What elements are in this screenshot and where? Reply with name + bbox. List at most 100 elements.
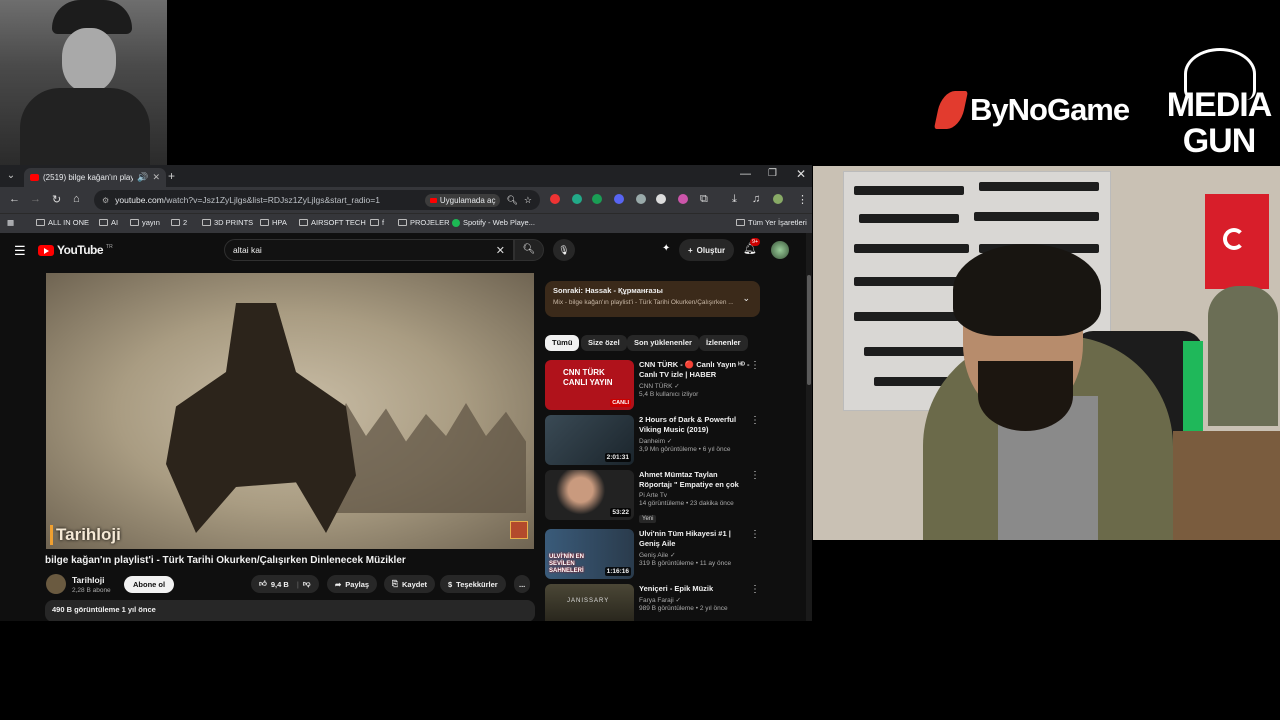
menu-icon[interactable]: ☰ [14, 243, 26, 259]
thumbs-down-icon[interactable]: 👎︎ [303, 579, 311, 589]
video-thumbnail[interactable]: ULVİ'NİN EN SEVİLEN SAHNELERİ 1:16:16 [545, 529, 634, 579]
bookmark-label: f [382, 218, 385, 227]
account-avatar[interactable] [771, 241, 789, 259]
forward-icon[interactable]: → [30, 193, 41, 205]
description-box[interactable]: 490 B görüntüleme 1 yıl önce [45, 600, 535, 621]
video-duration: 1:16:16 [604, 567, 631, 576]
video-menu-icon[interactable]: ⋮ [750, 470, 760, 481]
bookmark-star-icon[interactable]: ☆ [524, 195, 532, 206]
bookmark-folder-projeler[interactable]: PROJELER [398, 218, 450, 227]
video-menu-icon[interactable]: ⋮ [750, 415, 760, 426]
more-icon: ... [519, 579, 526, 589]
chip-recent[interactable]: Son yüklenenler [627, 335, 699, 351]
bookmark-folder-hpa[interactable]: HPA [260, 218, 287, 227]
media-control-icon[interactable]: ♫ [752, 193, 760, 205]
channel-watermark-icon[interactable] [510, 521, 528, 539]
thanks-label: Teşekkürler [456, 579, 498, 589]
more-actions-button[interactable]: ... [514, 575, 531, 593]
video-player[interactable]: Tarihloji [46, 273, 534, 549]
chip-watched[interactable]: İzlenenler [699, 335, 748, 351]
recommended-video[interactable]: 53:22 Ahmet Mümtaz Taylan Röportajı " Em… [545, 470, 760, 528]
back-icon[interactable]: ← [9, 193, 20, 205]
zoom-icon[interactable]: 🔍︎ [506, 195, 517, 206]
bookmark-folder-airsoft-tech[interactable]: AIRSOFT TECH [299, 218, 366, 227]
recommended-video[interactable]: CNN TÜRK CANLI YAYIN CANLI CNN TÜRK - 🔴 … [545, 360, 760, 412]
up-next-mix-panel[interactable]: Sonraki: Hassak - Құрманғазы Mix - bilge… [545, 281, 760, 317]
bookmark-folder-ai[interactable]: AI [99, 218, 118, 227]
extension-blue-icon[interactable] [614, 194, 624, 204]
extension-pink-icon[interactable] [678, 194, 688, 204]
portrait-overlay-image [0, 0, 167, 165]
extension-shield-icon[interactable] [636, 194, 646, 204]
save-button[interactable]: ⎘ Kaydet [384, 575, 436, 593]
apps-grid-icon[interactable]: ▦ [7, 218, 14, 227]
share-button[interactable]: ➦ Paylaş [327, 575, 378, 593]
all-bookmarks-folder[interactable]: Tüm Yer İşaretleri [736, 218, 807, 227]
recommended-video[interactable]: 2:01:31 2 Hours of Dark & Powerful Vikin… [545, 415, 760, 467]
video-menu-icon[interactable]: ⋮ [750, 360, 760, 371]
site-info-icon[interactable]: ⚙ [102, 196, 109, 205]
video-menu-icon[interactable]: ⋮ [750, 584, 760, 595]
folder-icon [36, 219, 45, 226]
bookmark-label: Tüm Yer İşaretleri [748, 218, 807, 227]
create-button[interactable]: + Oluştur [679, 239, 735, 261]
extension-green-icon[interactable] [572, 194, 582, 204]
bookmark-folder-yayin[interactable]: yayın [130, 218, 160, 227]
video-menu-icon[interactable]: ⋮ [750, 529, 760, 540]
spotify-icon [452, 218, 460, 227]
chip-for-you[interactable]: Size özel [581, 335, 627, 351]
tab-youtube[interactable]: (2519) bilge kağan'ın playlis 🔊 ✕ [24, 168, 166, 187]
subscribe-button[interactable]: Abone ol [124, 576, 175, 593]
search-input[interactable]: altai kai ✕ [224, 239, 514, 261]
channel-name[interactable]: Tarihloji [72, 575, 104, 585]
open-in-app-button[interactable]: Uygulamada aç [424, 193, 501, 207]
grammarly-icon[interactable] [592, 194, 602, 204]
microphone-icon: 🎙︎ [558, 245, 570, 255]
bookmark-spotify[interactable]: Spotify - Web Playe... [452, 218, 535, 227]
channel-avatar[interactable] [46, 574, 66, 594]
browser-menu-icon[interactable]: ⋮ [797, 193, 808, 206]
home-icon[interactable]: ⌂ [73, 193, 80, 205]
extension-diamond-icon[interactable] [656, 194, 666, 204]
extension-red-icon[interactable] [550, 194, 560, 204]
maximize-button[interactable]: ❐ [768, 168, 777, 179]
voice-search-button[interactable]: 🎙︎ [553, 239, 575, 261]
bookmark-label: HPA [272, 218, 287, 227]
bookmark-folder-f[interactable]: f [370, 218, 384, 227]
close-window-button[interactable]: ✕ [796, 167, 806, 181]
youtube-logo[interactable]: YouTube TR [38, 243, 113, 257]
search-button[interactable]: 🔍︎ [514, 239, 544, 261]
open-in-app-label: Uygulamada aç [439, 195, 496, 205]
video-thumbnail[interactable]: JANISSARY [545, 584, 634, 621]
chip-all[interactable]: Tümü [545, 335, 580, 351]
new-badge: Yeni [639, 515, 657, 523]
like-button[interactable]: 👍︎ 9,4 B | 👎︎ [251, 575, 319, 593]
profile-avatar-icon[interactable] [773, 194, 783, 204]
minimize-button[interactable]: — [740, 168, 751, 180]
sparkle-icon[interactable]: ✦ [662, 243, 670, 254]
thumbs-up-icon: 👍︎ [259, 579, 267, 588]
clear-search-icon[interactable]: ✕ [496, 244, 505, 257]
up-next-subtitle: Mix - bilge kağan'ın playlist'i - Türk T… [553, 299, 733, 306]
recommended-video[interactable]: JANISSARY Yeniçeri - Epik Müzik Farya Fa… [545, 584, 760, 621]
chevron-down-icon[interactable]: ⌄ [742, 293, 750, 304]
address-bar[interactable]: ⚙ youtube.com/watch?v=Jsz1ZyLjlgs&list=R… [94, 190, 540, 210]
extensions-puzzle-icon[interactable]: ⧉ [700, 193, 708, 206]
video-info: Ahmet Mümtaz Taylan Röportajı " Empatiye… [639, 470, 751, 525]
tab-search-icon[interactable]: ⌄ [4, 169, 18, 183]
tab-close-icon[interactable]: ✕ [152, 172, 160, 183]
bookmark-folder-all-in-one[interactable]: ALL IN ONE [36, 218, 89, 227]
video-title: 2 Hours of Dark & Powerful Viking Music … [639, 415, 737, 434]
video-thumbnail[interactable]: CNN TÜRK CANLI YAYIN CANLI [545, 360, 634, 410]
new-tab-button[interactable]: + [168, 169, 175, 183]
reload-icon[interactable]: ↻ [52, 193, 61, 206]
bookmark-folder-3d-prints[interactable]: 3D PRINTS [202, 218, 253, 227]
recommended-video[interactable]: ULVİ'NİN EN SEVİLEN SAHNELERİ 1:16:16 Ul… [545, 529, 760, 581]
scrollbar-thumb[interactable] [807, 275, 811, 385]
download-icon[interactable]: ⤓ [732, 193, 737, 206]
video-thumbnail[interactable]: 2:01:31 [545, 415, 634, 465]
thanks-button[interactable]: $ Teşekkürler [440, 575, 506, 593]
speaker-icon[interactable]: 🔊 [137, 172, 148, 183]
bookmark-folder-2[interactable]: 2 [171, 218, 187, 227]
video-thumbnail[interactable]: 53:22 [545, 470, 634, 520]
